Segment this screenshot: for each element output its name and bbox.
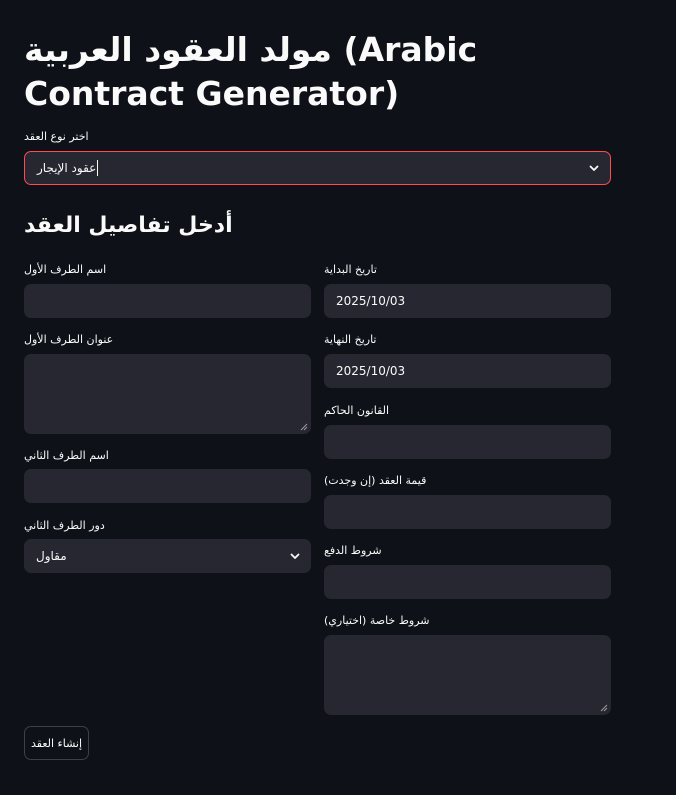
contract-value-input[interactable] [324, 495, 611, 529]
special-terms-label: شروط خاصة (اختياري) [324, 614, 430, 627]
party2-role-select[interactable]: مقاول [24, 539, 311, 573]
contract-type-select[interactable]: عقود الإيجار [24, 151, 611, 185]
governing-law-label: القانون الحاكم [324, 404, 390, 417]
start-date-input[interactable]: 2025/10/03 [324, 284, 611, 318]
generate-contract-button[interactable]: إنشاء العقد [24, 726, 89, 760]
text-caret [97, 160, 99, 176]
resize-handle-icon[interactable] [600, 704, 608, 712]
end-date-label: تاريخ النهاية [324, 333, 377, 346]
payment-terms-label: شروط الدفع [324, 544, 382, 557]
details-heading: أدخل تفاصيل العقد [24, 213, 233, 238]
party1-address-label: عنوان الطرف الأول [24, 333, 114, 346]
party2-role-label: دور الطرف الثاني [24, 519, 105, 532]
party1-name-label: اسم الطرف الأول [24, 263, 107, 276]
left-column: اسم الطرف الأول عنوان الطرف الأول اسم ال… [24, 0, 311, 573]
chevron-down-icon [290, 553, 300, 559]
resize-handle-icon[interactable] [300, 423, 308, 431]
contract-type-label: اختر نوع العقد [24, 130, 89, 143]
start-date-label: تاريخ البداية [324, 263, 377, 276]
party2-name-input[interactable] [24, 469, 311, 503]
party2-role-value: مقاول [36, 549, 67, 563]
party1-address-textarea[interactable] [24, 354, 311, 434]
contract-value-label: قيمة العقد (إن وجدت) [324, 474, 427, 487]
chevron-down-icon [589, 165, 599, 171]
governing-law-input[interactable] [324, 425, 611, 459]
special-terms-textarea[interactable] [324, 635, 611, 715]
end-date-input[interactable]: 2025/10/03 [324, 354, 611, 388]
contract-type-value: عقود الإيجار [37, 161, 97, 175]
party2-name-label: اسم الطرف الثاني [24, 449, 109, 462]
right-column: تاريخ البداية 2025/10/03 تاريخ النهاية 2… [324, 0, 611, 715]
party1-name-input[interactable] [24, 284, 311, 318]
payment-terms-input[interactable] [324, 565, 611, 599]
